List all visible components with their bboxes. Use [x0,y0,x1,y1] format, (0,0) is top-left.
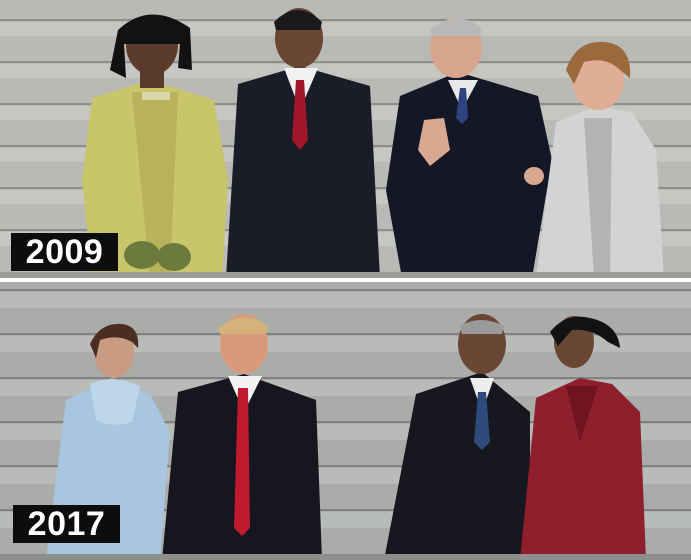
year-label-2009: 2009 [11,233,118,271]
photo-panel-2009: 2009 [0,0,691,278]
photo-panel-2017: 2017 [0,282,691,560]
year-label-2017: 2017 [13,505,120,543]
